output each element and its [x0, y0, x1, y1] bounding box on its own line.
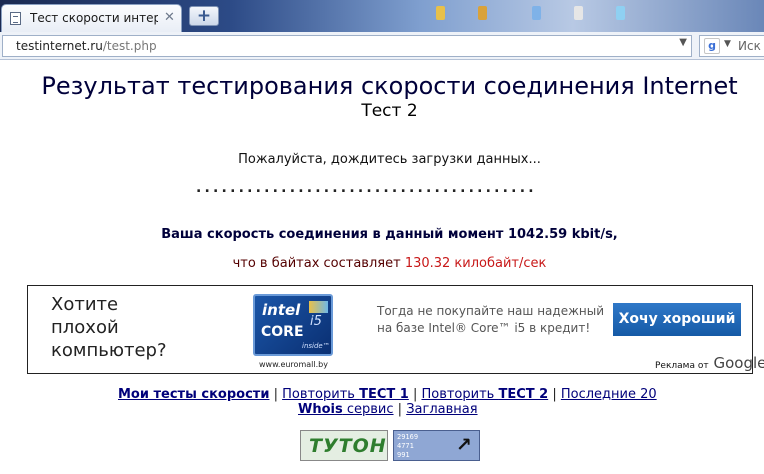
arrow-icon: ↗	[456, 434, 472, 456]
url-host: testinternet.ru	[16, 39, 103, 53]
link-whois-rest: сервис	[342, 402, 394, 417]
link-last-20[interactable]: Последние 20	[561, 387, 657, 402]
ads-by-google[interactable]: Реклама от Google	[655, 354, 764, 372]
separator: |	[269, 387, 283, 402]
url-path: /test.php	[102, 39, 157, 53]
nav-links-row1: Мои тесты скорости | Повторить ТЕСТ 1 | …	[118, 387, 657, 402]
tab-title: Тест скорости интерн…	[30, 11, 158, 25]
desktop-icon	[478, 6, 487, 20]
chip-graphic	[309, 301, 328, 313]
google-logo: Google	[713, 354, 764, 372]
browser-tab[interactable]: Тест скорости интерн… ✕	[1, 4, 182, 32]
address-bar[interactable]: testinternet.ru/test.php ▼	[2, 35, 692, 57]
search-input[interactable]: Иск	[738, 39, 761, 53]
intel-core-text: CORE	[261, 324, 304, 340]
google-icon[interactable]: g	[704, 38, 720, 54]
ad-headline[interactable]: Хотите плохой компьютер?	[51, 293, 167, 362]
stat-line: 4771	[397, 442, 414, 450]
ad-button[interactable]: Хочу хороший ►	[613, 303, 741, 360]
intel-model: i5	[310, 314, 322, 329]
new-tab-button[interactable]: +	[189, 6, 219, 26]
close-icon[interactable]: ✕	[164, 11, 175, 25]
link-main[interactable]: Заглавная	[406, 402, 477, 417]
ad-offer-text[interactable]: Тогда не покупайте наш надежный на базе …	[377, 303, 604, 337]
desktop-icon	[574, 6, 583, 20]
link-whois-bold: Whois	[298, 402, 343, 417]
wait-message: Пожалуйста, дождитесь загрузки данных...	[238, 152, 541, 167]
tuton-counter[interactable]: ТУТОН	[300, 430, 388, 461]
ad-banner[interactable]: Хотите плохой компьютер? intel i5 CORE i…	[27, 285, 764, 374]
bytes-prefix: что в байтах составляет	[232, 256, 405, 271]
intel-logo-text: intel	[262, 301, 301, 319]
page-subtitle: Тест 2	[361, 101, 418, 121]
desktop-icon	[532, 6, 541, 20]
url-text: testinternet.ru/test.php	[16, 39, 157, 53]
link-repeat-test1-bold: ТЕСТ 1	[359, 387, 409, 402]
stat-line: 29169	[397, 433, 419, 441]
chevron-down-icon[interactable]: ▼	[724, 39, 731, 49]
link-repeat-test1[interactable]: Повторить ТЕСТ 1	[282, 387, 409, 402]
separator: |	[408, 387, 422, 402]
search-box[interactable]: g ▼ Иск	[699, 35, 764, 57]
link-repeat-test2-prefix: Повторить	[421, 387, 499, 402]
ad-site-url[interactable]: www.euromall.by	[259, 360, 328, 369]
stat-line: 991	[397, 451, 410, 459]
link-my-tests[interactable]: Мои тесты скорости	[118, 387, 269, 402]
stats-counter[interactable]: 29169 4771 991 ↗	[393, 430, 480, 461]
link-repeat-test1-prefix: Повторить	[282, 387, 360, 402]
desktop-icon	[616, 6, 625, 20]
intel-inside-text: inside™	[302, 342, 330, 350]
page-icon	[10, 12, 21, 25]
chevron-down-icon[interactable]: ▼	[679, 37, 687, 48]
separator: |	[548, 387, 561, 402]
link-repeat-test2-bold: ТЕСТ 2	[498, 387, 549, 402]
separator: |	[393, 402, 407, 417]
tuton-logo: ТУТОН	[309, 435, 387, 457]
ads-by-label: Реклама от	[655, 361, 709, 371]
bytes-value: 130.32 килобайт/сек	[404, 256, 547, 271]
bytes-result: что в байтах составляет 130.32 килобайт/…	[0, 256, 764, 271]
address-toolbar: testinternet.ru/test.php ▼ g ▼ Иск	[0, 32, 764, 60]
page-title: Результат тестирования скорости соединен…	[41, 72, 738, 100]
link-repeat-test2[interactable]: Повторить ТЕСТ 2	[421, 387, 548, 402]
speed-result: Ваша скорость соединения в данный момент…	[161, 227, 618, 242]
progress-dots: ........................................	[196, 180, 537, 196]
nav-links-row2: Whois сервис | Заглавная	[298, 402, 478, 417]
intel-core-i5-logo[interactable]: intel i5 CORE inside™	[253, 294, 333, 356]
desktop-icon	[436, 6, 445, 20]
link-whois[interactable]: Whois сервис	[298, 402, 394, 417]
tab-strip: Тест скорости интерн… ✕ +	[0, 0, 764, 32]
